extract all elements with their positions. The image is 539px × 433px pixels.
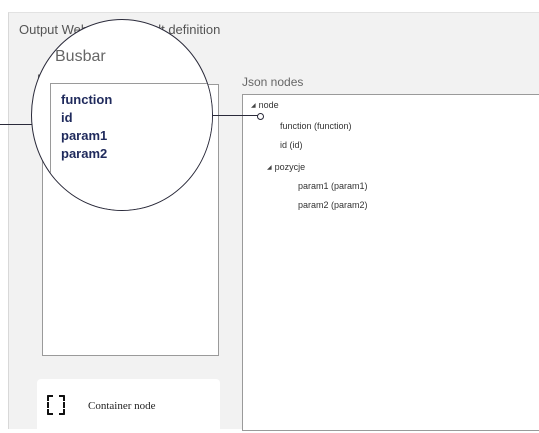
callout-connector-dot-icon bbox=[257, 113, 264, 120]
container-node-button[interactable]: Container node bbox=[37, 379, 220, 433]
tree-node-param2[interactable]: param2 (param2) bbox=[298, 200, 368, 210]
json-nodes-label: Json nodes bbox=[242, 75, 304, 89]
tree-node-label: param1 (param1) bbox=[298, 181, 368, 191]
tree-node-label: node bbox=[258, 100, 279, 110]
dashed-square-icon bbox=[47, 395, 65, 415]
busbar-item-id[interactable]: id bbox=[61, 110, 73, 125]
callout-connector-line bbox=[213, 115, 259, 116]
tree-node-param1[interactable]: param1 (param1) bbox=[298, 181, 368, 191]
callout-connector-line bbox=[0, 124, 32, 125]
tree-node-root[interactable]: ◢ node bbox=[251, 100, 279, 110]
expand-toggle-icon[interactable]: ◢ bbox=[267, 165, 272, 171]
tree-node-label: id (id) bbox=[280, 140, 303, 150]
tree-node-label: param2 (param2) bbox=[298, 200, 368, 210]
tree-node-function[interactable]: function (function) bbox=[280, 121, 352, 131]
magnifier-callout: Busbar function id param1 param2 bbox=[31, 19, 213, 211]
tree-node-pozycje[interactable]: ◢ pozycje bbox=[267, 162, 305, 172]
container-node-label: Container node bbox=[88, 400, 156, 412]
magnified-busbar-label: Busbar bbox=[55, 48, 106, 65]
tree-node-id[interactable]: id (id) bbox=[280, 140, 303, 150]
expand-toggle-icon[interactable]: ◢ bbox=[251, 103, 256, 109]
magnified-busbar-list: function id param1 param2 bbox=[50, 83, 212, 210]
busbar-item-param2[interactable]: param2 bbox=[61, 146, 107, 161]
tree-node-label: pozycje bbox=[274, 162, 306, 172]
busbar-item-function[interactable]: function bbox=[61, 92, 112, 107]
json-nodes-tree[interactable]: ◢ node function (function) id (id) ◢ pozyc… bbox=[242, 94, 539, 431]
tree-node-label: function (function) bbox=[280, 121, 352, 131]
busbar-item-param1[interactable]: param1 bbox=[61, 128, 107, 143]
